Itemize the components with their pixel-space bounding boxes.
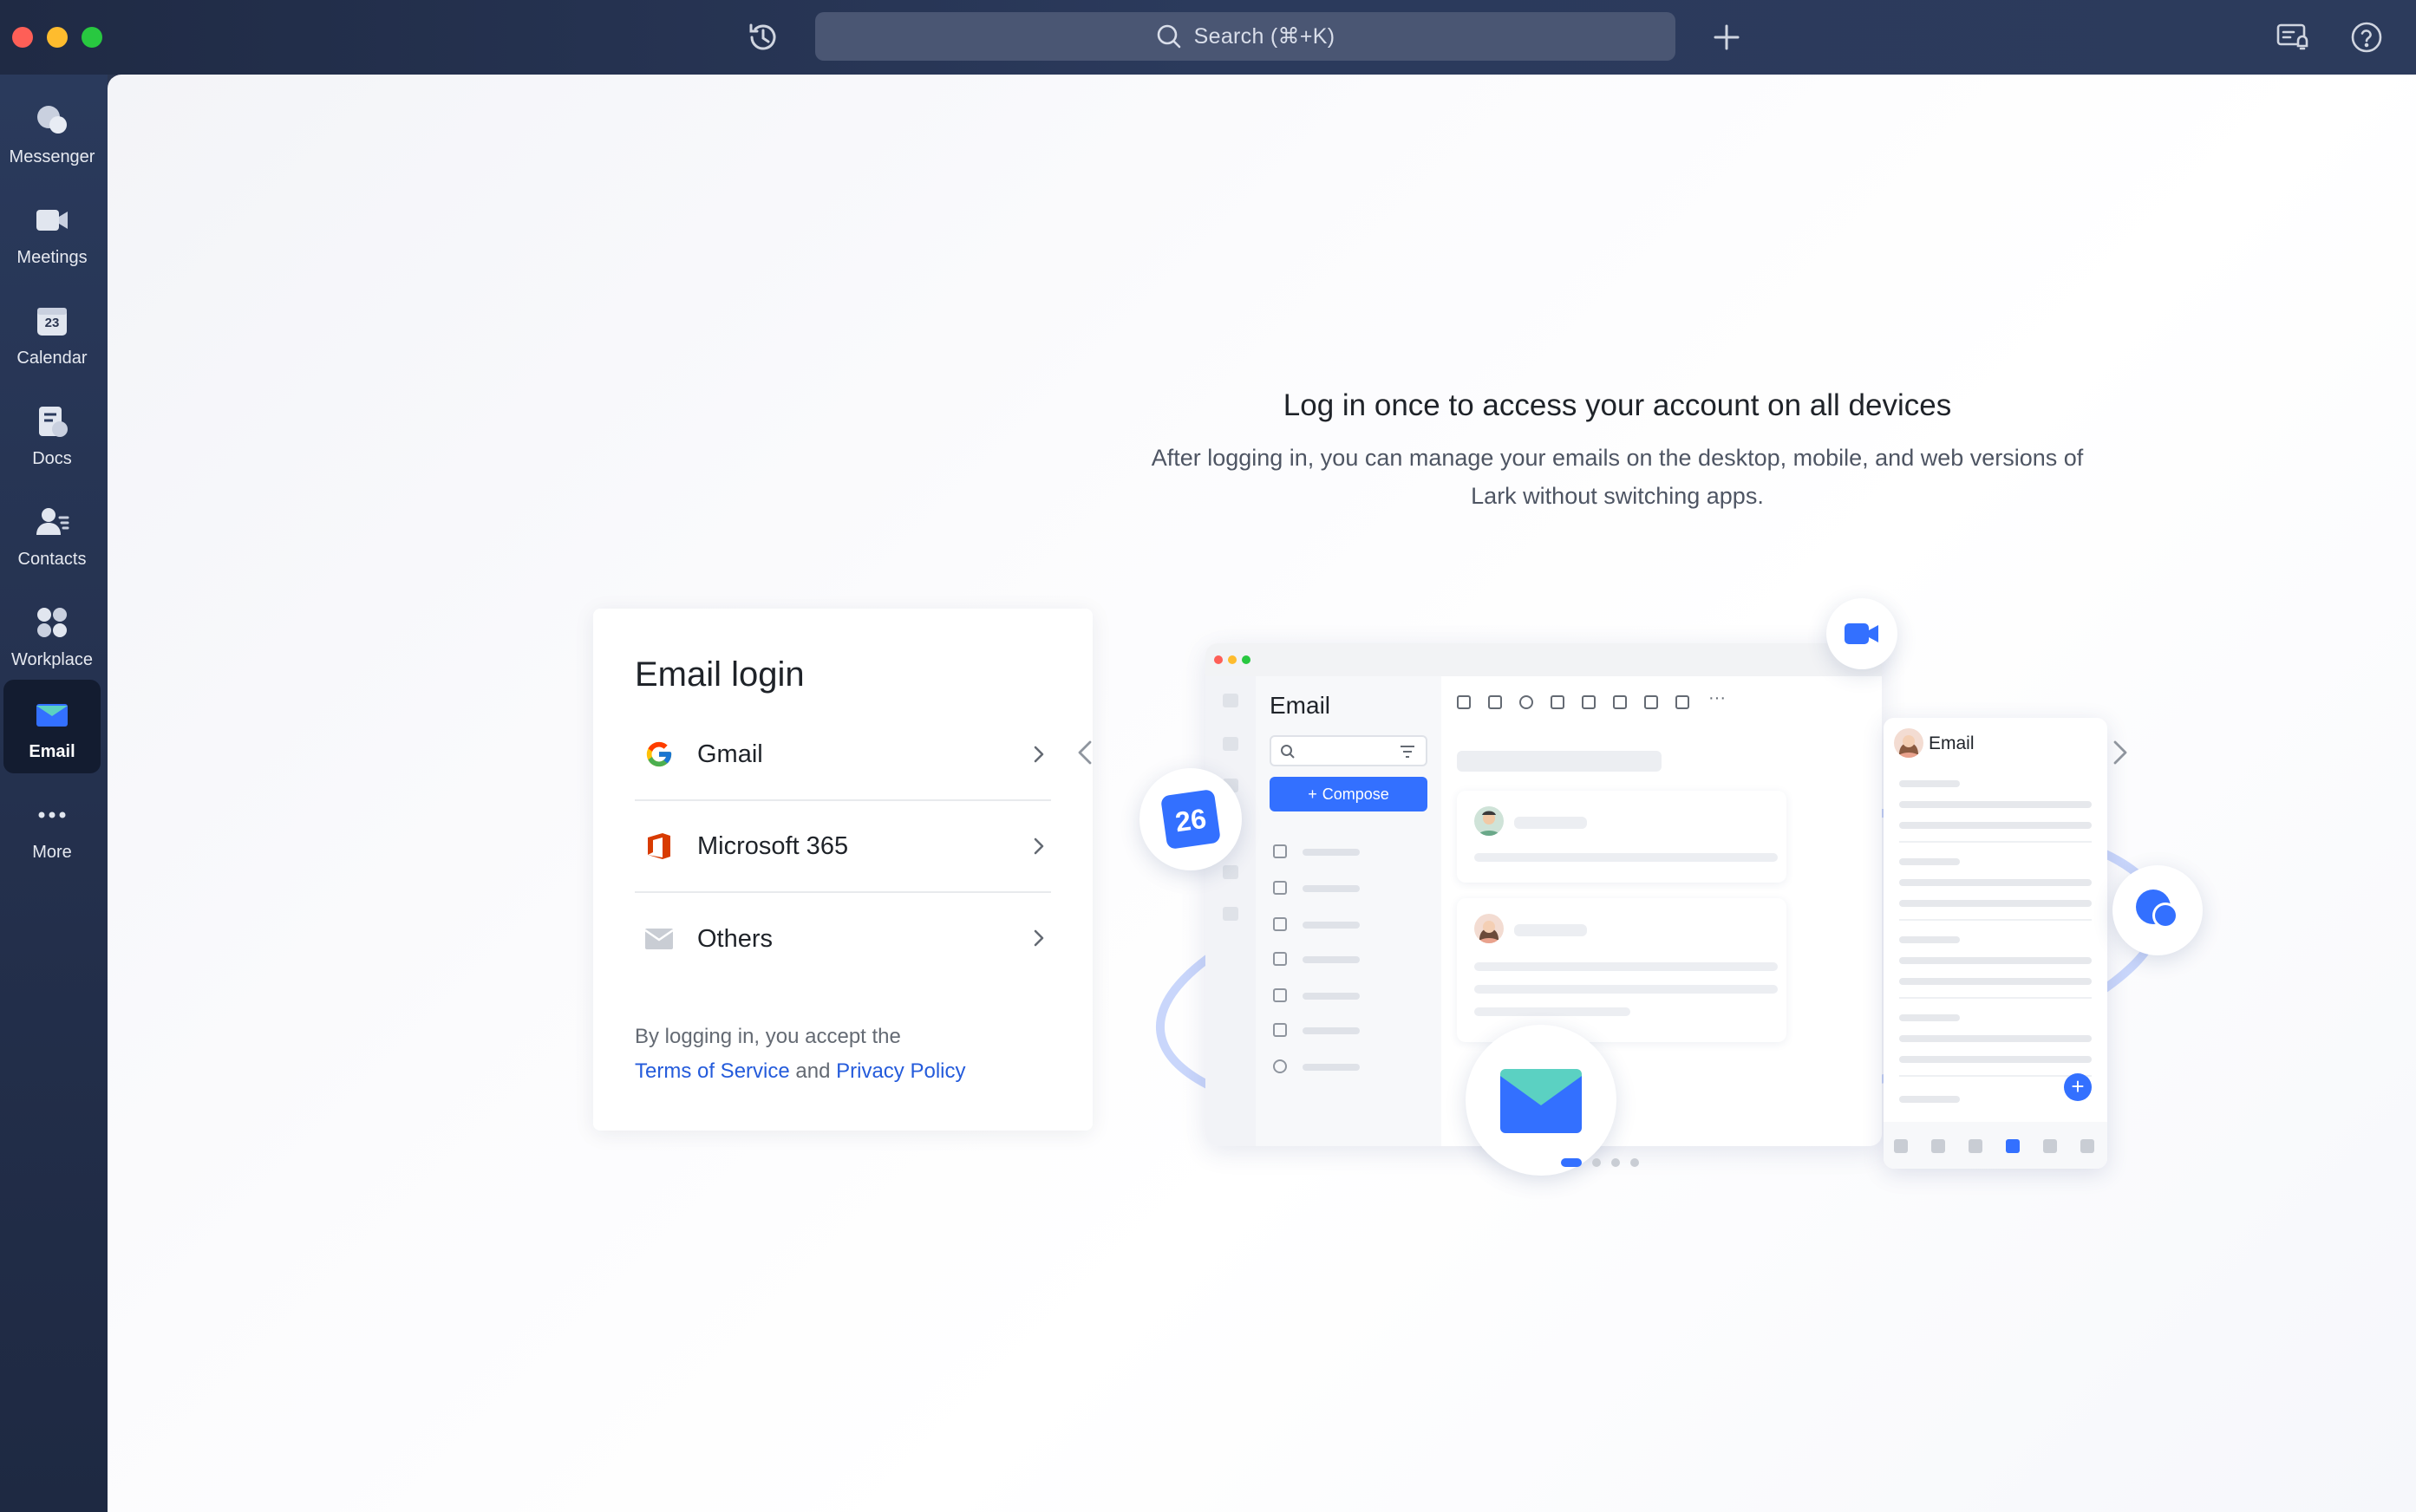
mobile-app-mockup: Email + <box>1884 718 2107 1169</box>
login-title: Email login <box>635 655 805 694</box>
sidebar-item-calendar[interactable]: 23 Calendar <box>3 286 101 380</box>
email-icon <box>33 695 71 733</box>
screen-notification-icon[interactable] <box>2272 17 2312 57</box>
devices-illustration: Email + Compose ··· Email + 26 <box>1096 517 2223 1280</box>
provider-name: Gmail <box>697 740 763 768</box>
mockup-compose-label: Compose <box>1322 785 1389 803</box>
more-icon <box>33 796 71 834</box>
sidebar-item-label: Contacts <box>17 550 87 569</box>
calendar-icon: 23 <box>33 302 71 340</box>
chat-bubble-icon <box>2112 865 2203 955</box>
minimize-window-button[interactable] <box>47 27 68 48</box>
mockup-mobile-title: Email <box>1929 733 1975 753</box>
promo-subtitle-line2: Lark without switching apps. <box>1471 483 1764 509</box>
carousel-next-button[interactable] <box>2102 735 2137 770</box>
sidebar-item-label: Workplace <box>10 650 94 669</box>
provider-gmail[interactable]: Gmail <box>635 709 1051 801</box>
video-bubble-icon <box>1826 598 1897 669</box>
mockup-email-title: Email <box>1270 692 1331 719</box>
promo-title: Log in once to access your account on al… <box>1283 388 1952 422</box>
provider-name: Microsoft 365 <box>697 831 849 860</box>
terms-prefix: By logging in, you accept the <box>635 1025 901 1048</box>
terms-of-service-link[interactable]: Terms of Service <box>635 1059 790 1083</box>
google-icon <box>643 739 675 770</box>
sidebar-item-docs[interactable]: Docs <box>3 387 101 480</box>
promo-subtitle-line1: After logging in, you can manage your em… <box>1151 445 2084 471</box>
office-icon <box>643 831 675 862</box>
help-icon[interactable] <box>2347 17 2387 57</box>
email-bubble-icon <box>1466 1025 1616 1176</box>
chevron-right-icon <box>1034 837 1044 855</box>
video-camera-icon <box>33 201 71 239</box>
workplace-icon <box>33 603 71 642</box>
calendar-bubble-icon: 26 <box>1139 768 1242 870</box>
sidebar-item-label: Email <box>29 742 75 761</box>
calendar-icon-date: 23 <box>44 316 60 330</box>
zoom-window-button[interactable] <box>82 27 102 48</box>
terms-and: and <box>795 1059 831 1083</box>
provider-name: Others <box>697 924 774 953</box>
carousel-dot[interactable] <box>1592 1158 1601 1167</box>
docs-icon <box>33 402 71 440</box>
plus-icon[interactable] <box>1707 17 1747 57</box>
sidebar-item-email[interactable]: Email <box>3 680 101 773</box>
sidebar-item-messenger[interactable]: Messenger <box>3 85 101 179</box>
sidebar-item-label: Calendar <box>16 349 88 368</box>
carousel-dot[interactable] <box>1561 1158 1582 1167</box>
privacy-policy-link[interactable]: Privacy Policy <box>836 1059 965 1083</box>
provider-microsoft-365[interactable]: Microsoft 365 <box>635 801 1051 893</box>
envelope-icon <box>643 923 675 955</box>
sidebar-item-workplace[interactable]: Workplace <box>3 588 101 681</box>
promo-subtitle: After logging in, you can manage your em… <box>1075 439 2159 515</box>
history-icon[interactable] <box>743 17 783 57</box>
sidebar-item-meetings[interactable]: Meetings <box>3 186 101 279</box>
email-login-card: Email login Gmail Microsoft 365 Others B… <box>593 609 1093 1131</box>
chevron-right-icon <box>1034 929 1044 947</box>
search-input[interactable]: Search (⌘+K) <box>815 12 1675 61</box>
carousel-pagination <box>1561 1158 1639 1167</box>
calendar-bubble-date: 26 <box>1173 802 1209 838</box>
chevron-right-icon <box>1034 746 1044 763</box>
title-bar: Search (⌘+K) <box>0 0 2416 75</box>
sidebar-item-label: More <box>32 843 72 862</box>
main-content: Email login Gmail Microsoft 365 Others B… <box>108 75 2416 1512</box>
mockup-fab-plus-icon: + <box>2064 1073 2092 1101</box>
sidebar-item-label: Meetings <box>16 248 88 267</box>
sidebar-item-label: Messenger <box>9 147 95 166</box>
mockup-compose-button: + Compose <box>1270 777 1427 811</box>
contacts-icon <box>33 503 71 541</box>
messenger-icon <box>33 101 71 139</box>
search-placeholder: Search (⌘+K) <box>1193 24 1335 49</box>
terms-notice: By logging in, you accept the Terms of S… <box>635 1020 1051 1089</box>
provider-others[interactable]: Others <box>635 893 1051 985</box>
sidebar: Messenger Meetings 23 Calendar Docs Cont… <box>0 75 108 1512</box>
carousel-dot[interactable] <box>1630 1158 1639 1167</box>
sidebar-item-more[interactable]: More <box>3 780 101 874</box>
sidebar-item-contacts[interactable]: Contacts <box>3 487 101 581</box>
sidebar-item-label: Docs <box>32 449 72 468</box>
close-window-button[interactable] <box>12 27 33 48</box>
carousel-prev-button[interactable] <box>1068 735 1103 770</box>
mockup-search-field <box>1270 735 1427 766</box>
search-icon <box>1157 24 1180 49</box>
carousel-dot[interactable] <box>1611 1158 1620 1167</box>
